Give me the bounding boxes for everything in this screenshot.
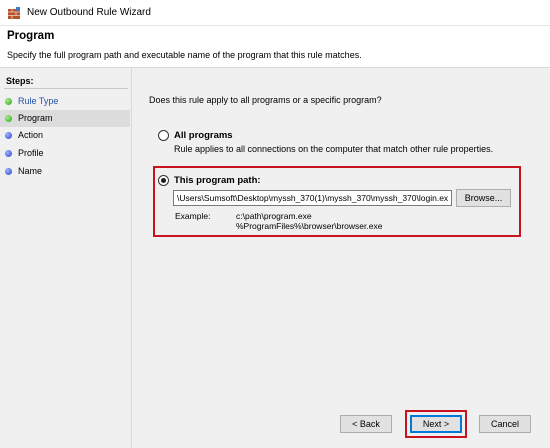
all-programs-label[interactable]: All programs	[174, 130, 233, 141]
step-label: Profile	[18, 148, 44, 158]
browse-button[interactable]: Browse...	[456, 189, 511, 207]
program-path-input[interactable]	[173, 190, 452, 206]
step-pending-icon	[5, 168, 12, 175]
wizard-header: Program Specify the full program path an…	[0, 26, 550, 68]
title-bar: New Outbound Rule Wizard	[0, 0, 550, 26]
step-program[interactable]: Program	[0, 110, 130, 127]
cancel-button[interactable]: Cancel	[479, 415, 531, 433]
step-pending-icon	[5, 150, 12, 157]
step-pending-icon	[5, 132, 12, 139]
next-button[interactable]: Next >	[410, 415, 462, 433]
step-complete-icon	[5, 98, 12, 105]
steps-heading: Steps:	[6, 76, 34, 86]
step-current-icon	[5, 115, 12, 122]
step-rule-type[interactable]: Rule Type	[0, 93, 130, 110]
step-label: Action	[18, 130, 44, 140]
example-path-2: %ProgramFiles%\browser\browser.exe	[236, 221, 383, 231]
step-action: Action	[0, 127, 130, 144]
back-button[interactable]: < Back	[340, 415, 392, 433]
all-programs-description: Rule applies to all connections on the c…	[174, 144, 494, 154]
window-title: New Outbound Rule Wizard	[27, 7, 151, 18]
firewall-icon	[8, 7, 20, 19]
step-label: Name	[18, 166, 43, 176]
step-label: Program	[18, 113, 53, 123]
this-program-label[interactable]: This program path:	[174, 175, 261, 186]
wizard-content: Does this rule apply to all programs or …	[132, 68, 550, 448]
step-label: Rule Type	[18, 96, 59, 106]
steps-sidebar: Steps: Rule Type Program Action Profile …	[0, 68, 132, 448]
step-profile: Profile	[0, 145, 130, 162]
page-title: Program	[7, 30, 55, 42]
step-name: Name	[0, 163, 130, 180]
example-label: Example:	[175, 211, 211, 221]
this-program-radio[interactable]	[158, 175, 169, 186]
page-subtitle: Specify the full program path and execut…	[7, 50, 362, 60]
scope-question: Does this rule apply to all programs or …	[149, 95, 382, 105]
example-path-1: c:\path\program.exe	[236, 211, 312, 221]
all-programs-radio[interactable]	[158, 130, 169, 141]
steps-divider	[4, 88, 128, 89]
